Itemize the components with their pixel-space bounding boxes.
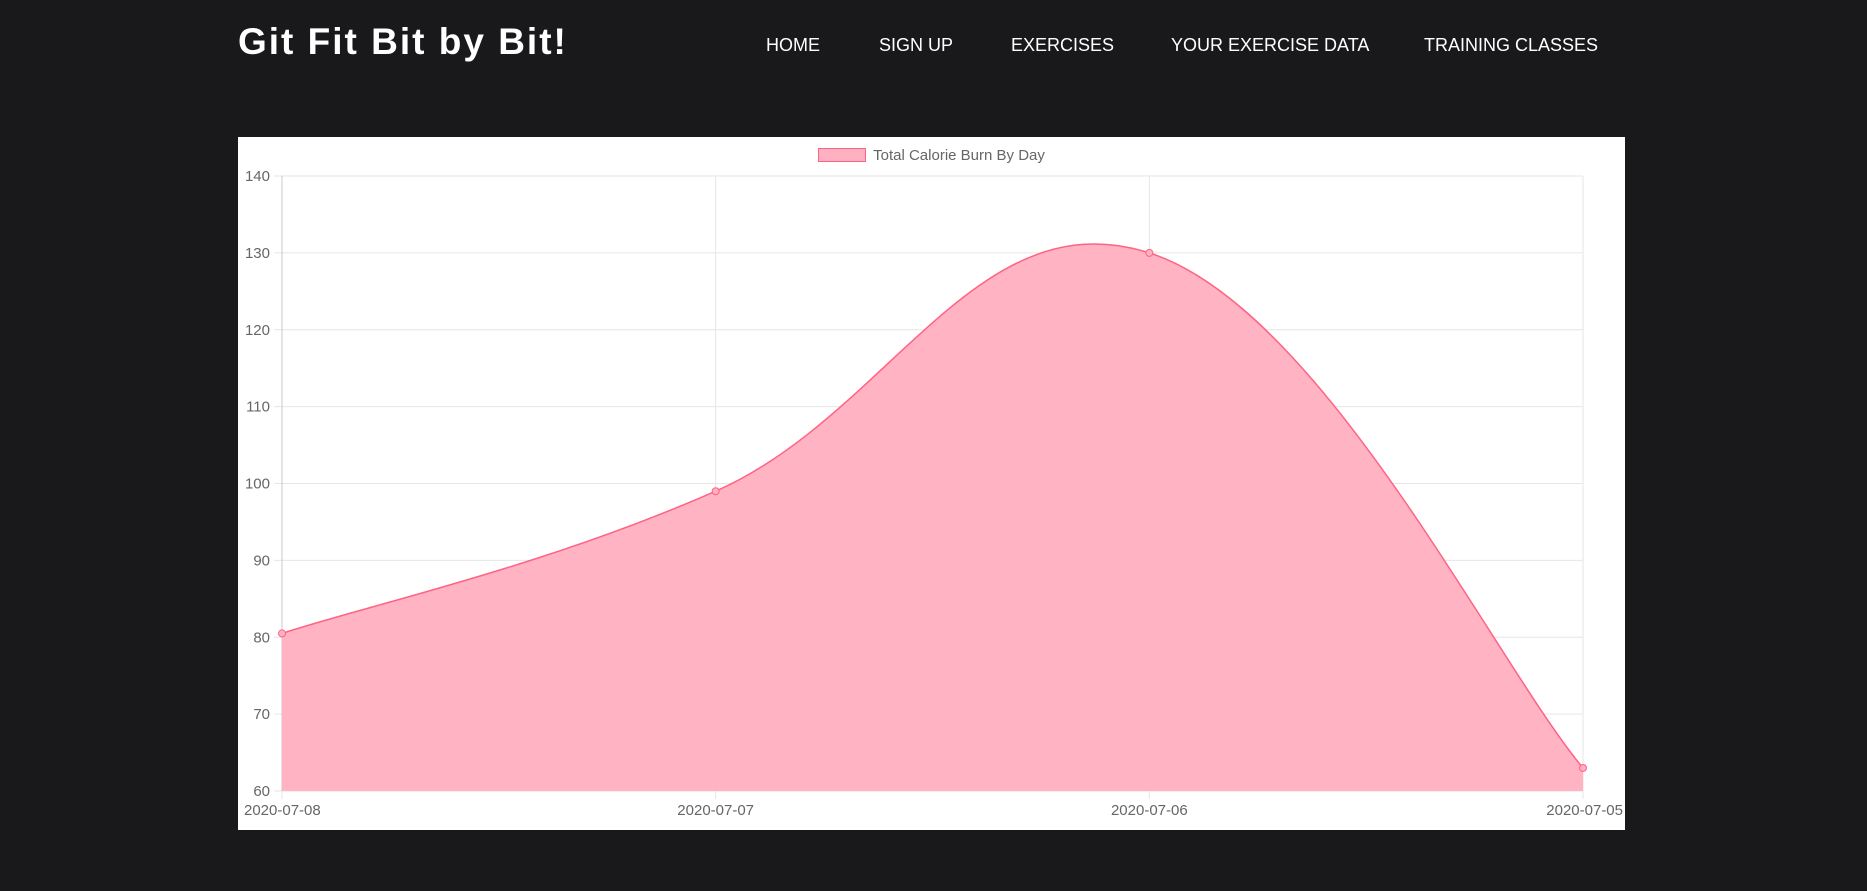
nav-home[interactable]: HOME (766, 34, 820, 56)
data-point[interactable] (711, 487, 720, 496)
calorie-chart: 60 70 80 90 100 110 120 130 140 2020-07-08 2020-07… (244, 168, 1623, 819)
nav-training-classes[interactable]: TRAINING CLASSES (1424, 34, 1598, 56)
nav-exercises[interactable]: EXERCISES (1011, 34, 1114, 56)
y-tick-label: 110 (246, 399, 270, 416)
data-point[interactable] (1579, 763, 1587, 772)
nav-sign-up[interactable]: SIGN UP (879, 34, 953, 56)
y-tick-label: 120 (245, 322, 270, 339)
y-tick-label: 60 (253, 783, 270, 800)
x-tick-label: 2020-07-07 (677, 802, 754, 819)
y-tick-label: 100 (245, 476, 270, 493)
y-tick-label: 130 (245, 245, 270, 262)
x-tick-label: 2020-07-06 (1111, 802, 1188, 819)
calorie-chart-card: Total Calorie Burn By Day 60 70 80 90 100 110… (238, 137, 1625, 830)
nav-your-exercise-data[interactable]: YOUR EXERCISE DATA (1171, 34, 1369, 56)
data-point[interactable] (278, 629, 286, 638)
y-tick-label: 90 (253, 552, 270, 569)
y-tick-label: 140 (245, 168, 270, 185)
y-tick-label: 70 (253, 706, 270, 723)
x-tick-label: 2020-07-08 (244, 802, 321, 819)
main-nav: HOME SIGN UP EXERCISES YOUR EXERCISE DAT… (0, 0, 1867, 90)
y-tick-label: 80 (253, 629, 270, 646)
data-point[interactable] (1145, 248, 1154, 257)
series-area (282, 243, 1583, 791)
x-tick-label: 2020-07-05 (1546, 802, 1623, 819)
